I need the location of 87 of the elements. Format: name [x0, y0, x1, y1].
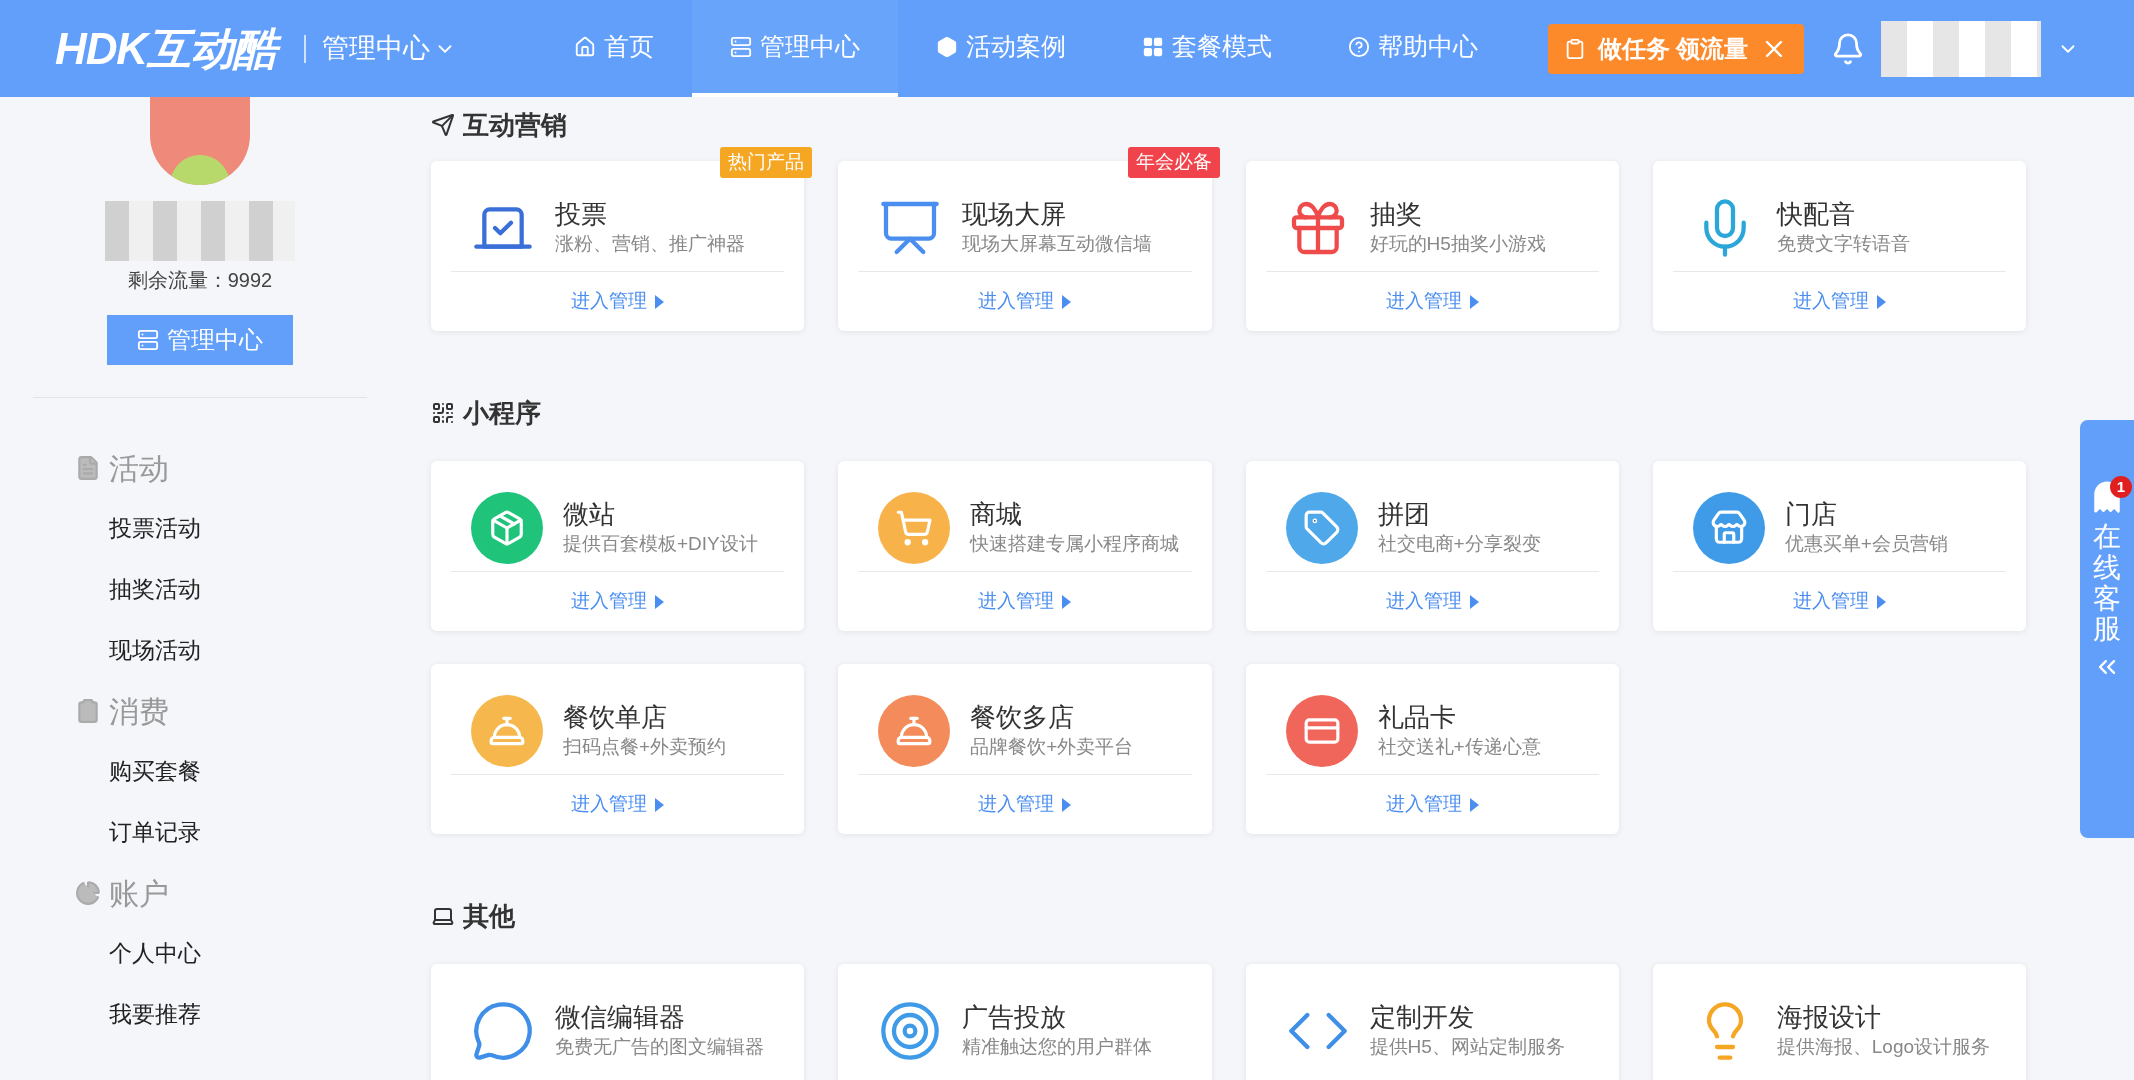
product-card[interactable]: 拼团 社交电商+分享裂变 进入管理 — [1245, 461, 1619, 631]
sidebar-item[interactable]: 个人中心 — [75, 923, 400, 984]
sidebar-group-label: 消费 — [109, 693, 169, 730]
product-card[interactable]: 海报设计 提供海报、Logo设计服务 — [1652, 964, 2026, 1080]
bell-icon[interactable] — [1831, 31, 1865, 66]
card-description: 提供百套模板+DIY设计 — [563, 532, 758, 556]
product-card[interactable]: 餐饮多店 品牌餐饮+外卖平台 进入管理 — [838, 664, 1212, 834]
caret-icon — [1062, 797, 1072, 812]
sidebar-item[interactable]: 购买套餐 — [75, 741, 400, 802]
card-description: 免费无广告的图文编辑器 — [555, 1035, 764, 1059]
home-icon — [573, 35, 596, 58]
help-icon — [1347, 35, 1370, 58]
card-title: 海报设计 — [1776, 1000, 1882, 1033]
card-description: 扫码点餐+外卖预约 — [563, 735, 727, 759]
card-description: 社交送礼+传递心意 — [1377, 735, 1541, 759]
product-card[interactable]: 礼品卡 社交送礼+传递心意 进入管理 — [1245, 664, 1619, 834]
product-card[interactable]: 定制开发 提供H5、网站定制服务 — [1245, 964, 1619, 1080]
card-description: 社交电商+分享裂变 — [1377, 532, 1541, 556]
caret-icon — [1062, 594, 1072, 609]
card-title: 礼品卡 — [1377, 700, 1457, 733]
product-card[interactable]: 商城 快速搭建专属小程序商城 进入管理 — [838, 461, 1212, 631]
chat-bubble-icon — [471, 999, 535, 1063]
sidebar-item[interactable]: 现场活动 — [75, 620, 400, 681]
card-title: 门店 — [1784, 497, 1838, 530]
product-card[interactable]: 抽奖 好玩的H5抽奖小游戏 进入管理 — [1245, 161, 1619, 331]
product-card[interactable]: 微信编辑器 免费无广告的图文编辑器 — [431, 964, 805, 1080]
paper-plane-icon — [431, 113, 455, 137]
section-title: 小程序 — [463, 396, 541, 430]
caret-icon — [1876, 594, 1886, 609]
cube-icon — [935, 35, 958, 58]
card-title: 商城 — [970, 497, 1024, 530]
sidebar-item[interactable]: 订单记录 — [75, 802, 400, 863]
card-title: 餐饮单店 — [563, 700, 668, 733]
remaining-traffic: 剩余流量：9992 — [127, 268, 273, 293]
product-tag: 热门产品 — [720, 147, 813, 178]
online-service-tab[interactable]: 在线客服 1 — [2080, 420, 2134, 838]
sidebar-item[interactable]: 抽奖活动 — [75, 559, 400, 620]
card-description: 涨粉、营销、推广神器 — [555, 232, 745, 256]
product-card[interactable]: 微站 提供百套模板+DIY设计 进入管理 — [431, 461, 805, 631]
section-title: 其他 — [463, 899, 515, 933]
card-description: 免费文字转语音 — [1776, 232, 1910, 256]
caret-icon — [1469, 594, 1479, 609]
sidebar-item[interactable]: 我要推荐 — [75, 984, 400, 1045]
card-title: 现场大屏 — [962, 197, 1068, 230]
product-card[interactable]: 快配音 免费文字转语音 进入管理 — [1652, 161, 2026, 331]
caret-icon — [1469, 797, 1479, 812]
caret-icon — [1876, 294, 1886, 309]
sidebar-group-label: 活动 — [109, 450, 169, 487]
card-description: 优惠买单+会员营销 — [1784, 532, 1948, 556]
card-title: 抽奖 — [1369, 197, 1423, 230]
sidebar-item[interactable]: 投票活动 — [75, 498, 400, 559]
card-description: 现场大屏幕互动微信墙 — [962, 232, 1153, 256]
card-description: 提供H5、网站定制服务 — [1369, 1035, 1565, 1059]
clipboard-icon — [75, 698, 101, 724]
product-card[interactable]: 门店 优惠买单+会员营销 进入管理 — [1652, 461, 2026, 631]
caret-icon — [1062, 294, 1072, 309]
card-description: 提供海报、Logo设计服务 — [1776, 1035, 1991, 1059]
server-icon — [137, 329, 159, 351]
sidebar-group-label: 账户 — [109, 875, 169, 912]
caret-icon — [655, 294, 665, 309]
caret-icon — [655, 797, 665, 812]
qr-code-icon — [431, 401, 455, 425]
card-title: 广告投放 — [962, 1000, 1068, 1033]
document-icon — [75, 455, 101, 481]
product-tag: 年会必备 — [1127, 147, 1220, 178]
server-icon — [729, 35, 752, 58]
card-description: 好玩的H5抽奖小游戏 — [1369, 232, 1546, 256]
section-title: 互动营销 — [463, 108, 567, 142]
card-title: 快配音 — [1776, 197, 1856, 230]
card-title: 定制开发 — [1369, 1000, 1475, 1033]
notification-badge: 1 — [2110, 476, 2132, 498]
logo: HDK互动酷 — [55, 15, 288, 82]
caret-icon — [1469, 294, 1479, 309]
pie-chart-icon — [75, 880, 101, 906]
online-service-label: 在线客服 — [2093, 522, 2121, 646]
card-title: 投票 — [555, 197, 608, 230]
card-description: 精准触达您的用户群体 — [962, 1035, 1153, 1059]
card-title: 拼团 — [1377, 497, 1431, 530]
card-title: 微站 — [563, 497, 616, 530]
card-title: 微信编辑器 — [555, 1000, 686, 1033]
grid-icon — [1141, 35, 1164, 58]
product-card[interactable]: 广告投放 精准触达您的用户群体 — [838, 964, 1212, 1080]
caret-icon — [655, 594, 665, 609]
card-description: 快速搭建专属小程序商城 — [970, 532, 1180, 556]
card-description: 品牌餐饮+外卖平台 — [970, 735, 1134, 759]
card-title: 餐饮多店 — [970, 700, 1076, 733]
product-card[interactable]: 餐饮单店 扫码点餐+外卖预约 进入管理 — [431, 664, 805, 834]
